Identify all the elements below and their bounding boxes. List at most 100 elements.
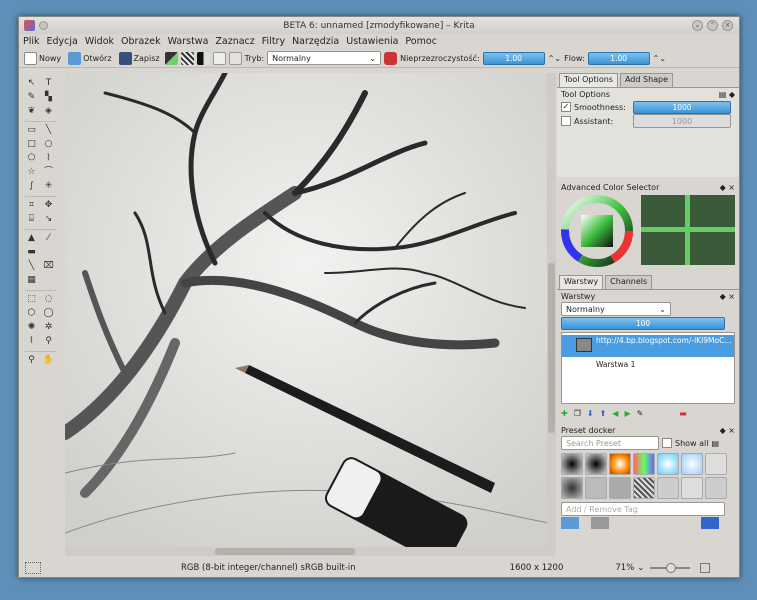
- move-layer-down-icon[interactable]: ⬇: [587, 409, 594, 418]
- select-shapes-icon[interactable]: ↖: [25, 77, 38, 89]
- preset-dock-icons[interactable]: ◆ ×: [720, 426, 735, 435]
- star-tool-icon[interactable]: ☆: [25, 166, 38, 178]
- colors-icon[interactable]: [196, 51, 210, 65]
- tab-tool-options[interactable]: Tool Options: [559, 73, 618, 87]
- menu-widok[interactable]: Widok: [85, 36, 114, 47]
- menu-obrazek[interactable]: Obrazek: [121, 36, 161, 47]
- polygon-tool-icon[interactable]: ⬠: [25, 152, 38, 164]
- menu-narzedzia[interactable]: Narzędzia: [292, 36, 339, 47]
- krita-app-icon[interactable]: [24, 20, 35, 31]
- transform-tool-icon[interactable]: ⌗: [25, 199, 38, 211]
- preset-item[interactable]: [633, 477, 655, 499]
- perspective-grid-icon[interactable]: ⌧: [42, 260, 55, 272]
- layer-left-icon[interactable]: ◀: [612, 409, 618, 418]
- polygon-select-icon[interactable]: ⬡: [25, 307, 38, 319]
- open-button[interactable]: Otwórz: [66, 50, 113, 66]
- minimize-button[interactable]: ⌄: [692, 20, 703, 31]
- crop-tool-icon[interactable]: ⌸: [25, 213, 38, 225]
- gradient-icon[interactable]: [164, 51, 178, 65]
- tab-layers[interactable]: Warstwy: [559, 275, 604, 289]
- preset-item[interactable]: [681, 453, 703, 475]
- layer-opacity-slider[interactable]: 100: [561, 316, 725, 330]
- tab-add-shape[interactable]: Add Shape: [619, 73, 674, 87]
- layers-dock-icons[interactable]: ◆ ×: [720, 292, 735, 301]
- show-all-checkbox[interactable]: [662, 438, 672, 448]
- gradient-tool-icon[interactable]: ▬: [25, 246, 38, 258]
- fill-tool-icon[interactable]: ▲: [25, 232, 38, 244]
- polyline-tool-icon[interactable]: ⌇: [42, 152, 55, 164]
- preset-item[interactable]: [561, 477, 583, 499]
- blend-mode-select[interactable]: Normalny ⌄: [267, 51, 382, 65]
- preset-item[interactable]: [705, 477, 727, 499]
- rectangle-tool-icon[interactable]: □: [25, 138, 38, 150]
- color-selector-panel[interactable]: [559, 193, 737, 273]
- flow-slider[interactable]: 1.00: [587, 51, 650, 65]
- menu-warstwa[interactable]: Warstwa: [168, 36, 209, 47]
- zoom-slider-handle[interactable]: [666, 562, 677, 573]
- preset-item[interactable]: [585, 477, 607, 499]
- opacity-slider[interactable]: 1.00: [482, 51, 545, 65]
- gradient-edit-icon[interactable]: ◈: [42, 105, 55, 117]
- measure-tool-icon[interactable]: ↘: [42, 213, 55, 225]
- save-preset-icon[interactable]: [561, 517, 579, 529]
- menu-filtry[interactable]: Filtry: [262, 36, 285, 47]
- layer-row[interactable]: Warstwa 1: [596, 360, 635, 369]
- menu-zaznacz[interactable]: Zaznacz: [215, 36, 254, 47]
- maximize-button[interactable]: ⌃: [707, 20, 718, 31]
- flow-spin-icon[interactable]: ⌃⌄: [653, 54, 666, 63]
- opacity-spin-icon[interactable]: ⌃⌄: [548, 54, 561, 63]
- zoom-chevron-icon[interactable]: ⌄: [637, 563, 644, 573]
- freehand-path-icon[interactable]: ∫: [25, 180, 38, 192]
- smoothness-checkbox[interactable]: ✓: [561, 102, 571, 112]
- text-tool-icon[interactable]: T: [42, 77, 55, 89]
- close-button[interactable]: ×: [722, 20, 733, 31]
- color-wheel[interactable]: [559, 193, 737, 273]
- preset-search-input[interactable]: Search Preset: [561, 436, 659, 450]
- canvas-horizontal-scrollbar[interactable]: [65, 547, 555, 556]
- ellipse-select-icon[interactable]: ◌: [42, 293, 55, 305]
- menu-pomoc[interactable]: Pomoc: [405, 36, 437, 47]
- pin-icon[interactable]: [39, 21, 48, 30]
- zoom-tool-icon[interactable]: ⚲: [25, 354, 38, 366]
- preset-item[interactable]: [609, 477, 631, 499]
- contiguous-select-icon[interactable]: ✺: [25, 321, 38, 333]
- brush-tool-icon[interactable]: ▭: [25, 124, 38, 136]
- calligraphy-icon[interactable]: ✎: [25, 91, 38, 103]
- horizontal-scroll-thumb[interactable]: [215, 548, 355, 555]
- delete-layer-icon[interactable]: ▬: [679, 409, 687, 418]
- dock-close-icon[interactable]: ◆ ×: [720, 183, 735, 192]
- pattern-edit-icon[interactable]: ▚: [42, 91, 55, 103]
- preset-item[interactable]: [585, 453, 607, 475]
- multibrush-icon[interactable]: ❦: [25, 105, 38, 117]
- save-button[interactable]: Zapisz: [117, 50, 162, 66]
- add-layer-icon[interactable]: ✚: [561, 409, 568, 418]
- preset-view-icon[interactable]: ▤: [711, 439, 719, 448]
- edit-brush-icon[interactable]: [228, 51, 242, 65]
- dyna-tool-icon[interactable]: ✳: [42, 180, 55, 192]
- smoothness-slider[interactable]: 1000: [633, 100, 731, 114]
- zoom-level[interactable]: 71%: [615, 563, 634, 573]
- canvas-vertical-scrollbar[interactable]: [547, 73, 556, 549]
- color-picker-icon[interactable]: ⁄: [42, 232, 55, 244]
- new-button[interactable]: Nowy: [22, 50, 63, 66]
- eraser-mode-icon[interactable]: [384, 51, 398, 65]
- menu-edycja[interactable]: Edycja: [47, 36, 78, 47]
- bezier-select-icon[interactable]: ⌇: [25, 335, 38, 347]
- zoom-slider[interactable]: [650, 562, 691, 573]
- preset-item[interactable]: [633, 453, 655, 475]
- preset-item[interactable]: [561, 453, 583, 475]
- menu-ustawienia[interactable]: Ustawienia: [346, 36, 398, 47]
- magnetic-select-icon[interactable]: ⚲: [42, 335, 55, 347]
- rect-select-icon[interactable]: ⬚: [25, 293, 38, 305]
- bezier-tool-icon[interactable]: ⌒: [42, 166, 55, 178]
- preset-settings-icon[interactable]: [701, 517, 719, 529]
- preset-item[interactable]: [609, 453, 631, 475]
- preset-item[interactable]: [657, 453, 679, 475]
- fit-page-icon[interactable]: [700, 562, 711, 573]
- layer-row-selected[interactable]: http://4.bp.blogspot.com/-lKI9MoC...: [562, 335, 734, 357]
- similar-select-icon[interactable]: ✲: [42, 321, 55, 333]
- pattern-icon[interactable]: [180, 51, 194, 65]
- outline-select-icon[interactable]: ◯: [42, 307, 55, 319]
- brush-preset-icon[interactable]: [212, 51, 226, 65]
- preset-item[interactable]: [705, 453, 727, 475]
